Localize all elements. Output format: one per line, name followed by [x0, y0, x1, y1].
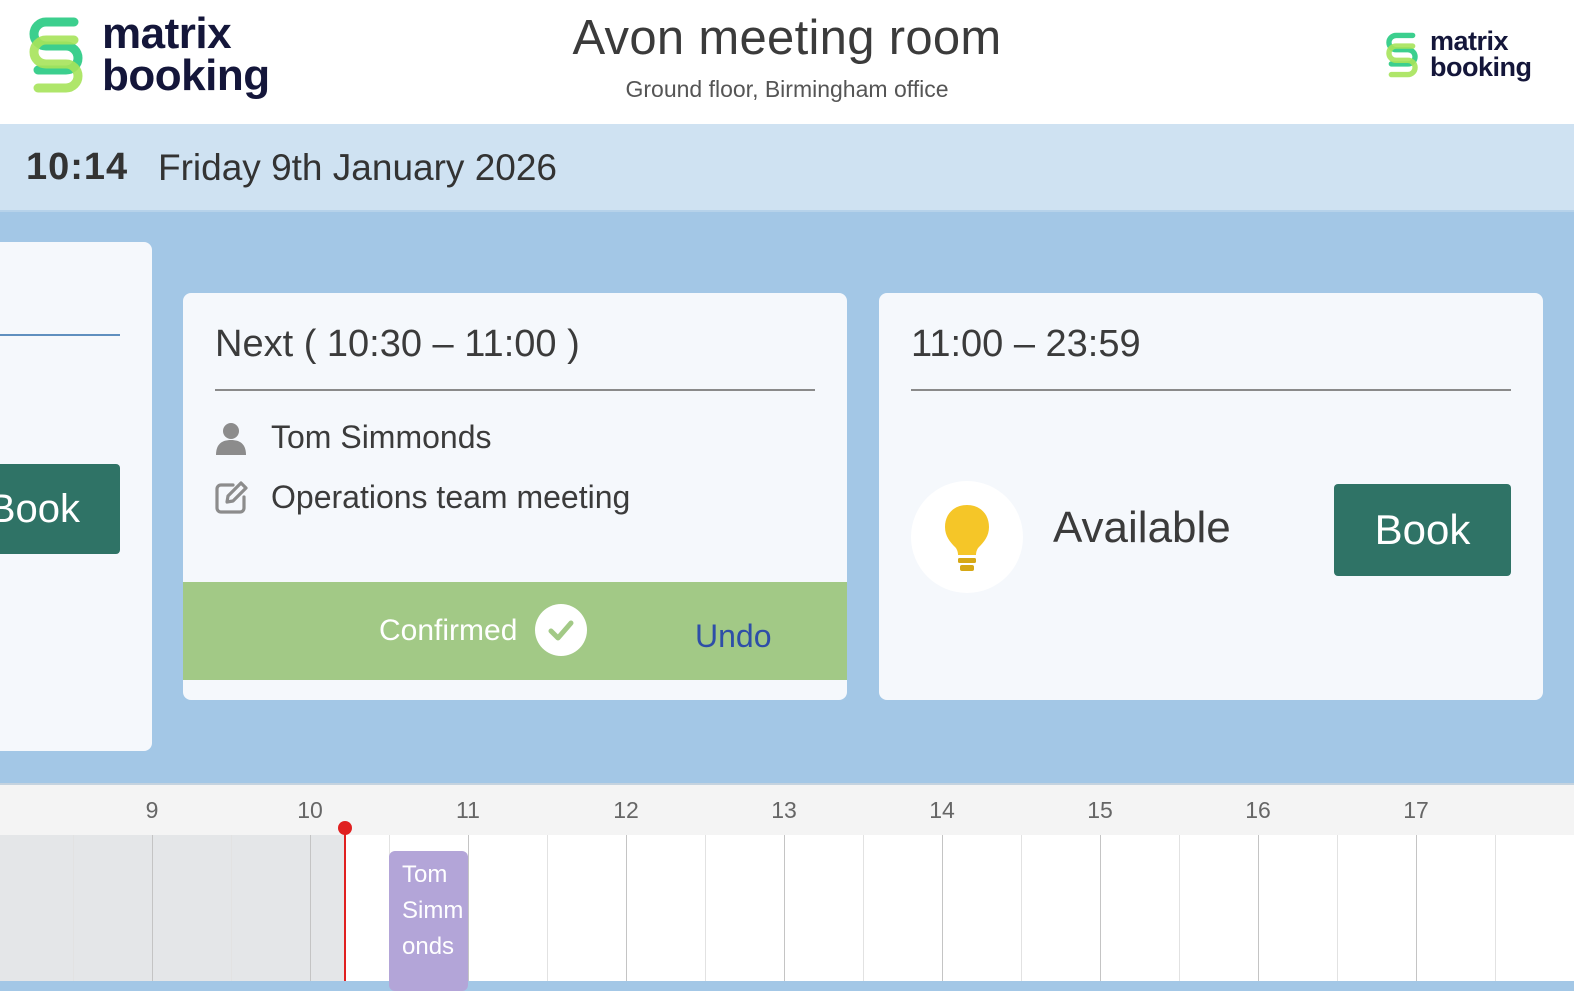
confirmed-label: Confirmed [379, 614, 517, 648]
timeline-hour-line [152, 835, 153, 981]
timeline-half-hour-line [231, 835, 232, 981]
next-meeting-card: Next ( 10:30 – 11:00 ) Tom Simmonds Oper… [183, 293, 847, 700]
timeline-hour-label: 9 [146, 797, 159, 824]
timeline-hour-line [310, 835, 311, 981]
availability-status: Available [1053, 503, 1231, 553]
brand-logo-small: matrix booking [1383, 28, 1531, 82]
previous-slot-card: Book [0, 242, 152, 751]
current-time-line [344, 827, 346, 981]
current-date: Friday 9th January 2026 [158, 147, 557, 189]
matrix-logo-icon [1383, 28, 1421, 82]
timeline-half-hour-line [1337, 835, 1338, 981]
timeline-hour-line [942, 835, 943, 981]
timeline-hour-label: 17 [1403, 797, 1429, 824]
free-slot-title: 11:00 – 23:59 [911, 323, 1141, 366]
organizer-row: Tom Simmonds [213, 419, 492, 456]
header: matrix booking Avon meeting room Ground … [0, 0, 1574, 124]
timeline-half-hour-line [705, 835, 706, 981]
undo-link[interactable]: Undo [695, 618, 772, 655]
timeline-hour-line [1100, 835, 1101, 981]
timeline-hour-label: 15 [1087, 797, 1113, 824]
date-bar: 10:14 Friday 9th January 2026 [0, 124, 1574, 212]
timeline-half-hour-line [1179, 835, 1180, 981]
card-divider [911, 389, 1511, 391]
subject-row: Operations team meeting [213, 479, 630, 516]
day-timeline[interactable]: 891011121314151617 Tom Simmonds [0, 783, 1574, 981]
timeline-hour-label: 10 [297, 797, 323, 824]
timeline-hour-label: 11 [456, 797, 480, 824]
timeline-hour-label: 14 [929, 797, 955, 824]
timeline-hour-line [1416, 835, 1417, 981]
timeline-half-hour-line [1495, 835, 1496, 981]
card-divider [215, 389, 815, 391]
lightbulb-icon [911, 481, 1023, 593]
timeline-past-region [0, 835, 346, 981]
current-time-marker [338, 821, 352, 835]
timeline-hour-header: 891011121314151617 [0, 785, 1574, 835]
card-divider [0, 334, 120, 336]
confirmation-bar: Confirmed Undo [183, 582, 847, 680]
book-button-previous[interactable]: Book [0, 464, 120, 554]
timeline-hour-label: 16 [1245, 797, 1271, 824]
meeting-subject: Operations team meeting [271, 479, 630, 516]
timeline-hour-label: 13 [771, 797, 797, 824]
check-icon [535, 604, 587, 656]
book-button[interactable]: Book [1334, 484, 1511, 576]
brand-line-2: booking [1430, 55, 1531, 81]
brand-wordmark-small: matrix booking [1430, 29, 1531, 80]
person-icon [213, 420, 249, 456]
timeline-half-hour-line [863, 835, 864, 981]
timeline-hour-label: 12 [613, 797, 639, 824]
room-location: Ground floor, Birmingham office [0, 76, 1574, 103]
timeline-hour-line [626, 835, 627, 981]
timeline-hour-line [1258, 835, 1259, 981]
edit-icon [213, 480, 249, 516]
timeline-hour-line [784, 835, 785, 981]
timeline-booking[interactable]: Tom Simmonds [389, 851, 468, 991]
timeline-half-hour-line [1021, 835, 1022, 981]
timeline-hour-line [468, 835, 469, 981]
next-meeting-title: Next ( 10:30 – 11:00 ) [215, 323, 580, 366]
timeline-half-hour-line [547, 835, 548, 981]
current-time: 10:14 [26, 146, 128, 189]
room-title: Avon meeting room [0, 10, 1574, 66]
free-slot-card: 11:00 – 23:59 Available Book [879, 293, 1543, 700]
timeline-half-hour-line [73, 835, 74, 981]
organizer-name: Tom Simmonds [271, 419, 492, 456]
